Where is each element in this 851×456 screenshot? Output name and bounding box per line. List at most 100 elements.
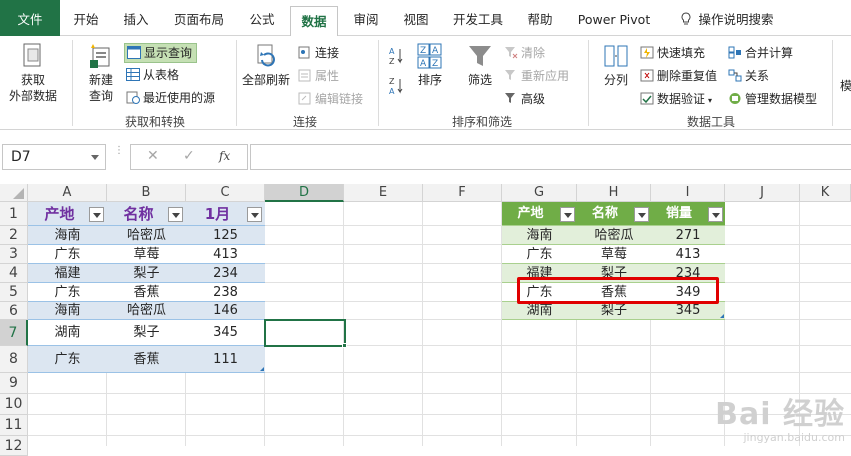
left-table-cell[interactable]: 哈密瓜	[107, 302, 186, 320]
right-table-cell[interactable]: 草莓	[577, 245, 651, 264]
new-query-button[interactable]: 新建 查询	[80, 42, 122, 108]
filter-dropdown-icon[interactable]	[168, 207, 183, 222]
model-cut-off-label[interactable]: 模	[840, 78, 851, 94]
tab-home[interactable]: 开始	[64, 0, 108, 36]
manage-data-model-button[interactable]: 管理数据模型	[728, 91, 817, 107]
row-header-9[interactable]: 9	[0, 373, 28, 394]
left-table-cell[interactable]: 香蕉	[107, 346, 186, 373]
insert-function-icon[interactable]: fx	[219, 149, 230, 163]
row-header-6[interactable]: 6	[0, 302, 28, 320]
column-header-i[interactable]: I	[651, 184, 725, 202]
row-header-12[interactable]: 12	[0, 436, 28, 456]
row-header-5[interactable]: 5	[0, 283, 28, 302]
properties-button[interactable]: 属性	[298, 68, 339, 84]
left-table-cell[interactable]: 345	[186, 320, 265, 346]
left-table-cell[interactable]: 111	[186, 346, 265, 373]
tab-review[interactable]: 审阅	[344, 0, 388, 36]
column-header-c[interactable]: C	[186, 184, 265, 202]
row-header-8[interactable]: 8	[0, 346, 28, 373]
connections-button[interactable]: 连接	[298, 45, 339, 61]
filter-dropdown-icon[interactable]	[89, 207, 104, 222]
name-box[interactable]: D7	[2, 144, 106, 170]
tab-view[interactable]: 视图	[394, 0, 438, 36]
column-header-g[interactable]: G	[502, 184, 577, 202]
active-cell-d7[interactable]	[264, 319, 346, 347]
sort-ascending-button[interactable]: AZ	[388, 46, 404, 70]
left-table-cell[interactable]: 125	[186, 226, 265, 245]
left-table-cell[interactable]: 广东	[28, 245, 107, 264]
tab-formulas[interactable]: 公式	[240, 0, 284, 36]
select-all-corner[interactable]	[0, 184, 28, 202]
text-to-columns-button[interactable]: 分列	[596, 42, 636, 108]
tab-file[interactable]: 文件	[0, 0, 60, 36]
row-header-4[interactable]: 4	[0, 264, 28, 283]
clear-filter-button[interactable]: 清除	[504, 45, 545, 61]
advanced-filter-button[interactable]: 高级	[504, 91, 545, 107]
tab-help[interactable]: 帮助	[518, 0, 562, 36]
row-header-10[interactable]: 10	[0, 394, 28, 415]
right-table-cell[interactable]: 271	[651, 226, 725, 245]
relationships-button[interactable]: 关系	[728, 68, 769, 84]
tab-developer[interactable]: 开发工具	[446, 0, 510, 36]
right-table-cell[interactable]: 海南	[502, 226, 577, 245]
right-table-cell[interactable]: 湖南	[502, 302, 577, 320]
edit-links-button[interactable]: 编辑链接	[298, 91, 363, 107]
right-table-cell[interactable]: 345	[651, 302, 725, 320]
right-table-cell[interactable]: 哈密瓜	[577, 226, 651, 245]
formula-input[interactable]	[250, 144, 851, 170]
sort-button[interactable]: ZAAZ 排序	[412, 42, 448, 108]
filter-button[interactable]: 筛选	[460, 42, 500, 108]
show-queries-button[interactable]: 显示查询	[124, 43, 198, 63]
recent-sources-button[interactable]: 最近使用的源	[126, 90, 215, 106]
column-header-h[interactable]: H	[577, 184, 651, 202]
row-header-1[interactable]: 1	[0, 202, 28, 226]
column-header-d[interactable]: D	[265, 184, 344, 202]
left-table-cell[interactable]: 草莓	[107, 245, 186, 264]
row-header-3[interactable]: 3	[0, 245, 28, 264]
get-external-data-button[interactable]: 获取 外部数据	[6, 42, 60, 108]
filter-dropdown-icon[interactable]	[634, 207, 649, 222]
column-header-f[interactable]: F	[423, 184, 502, 202]
remove-duplicates-button[interactable]: 删除重复值	[640, 68, 717, 84]
column-header-a[interactable]: A	[28, 184, 107, 202]
left-table-cell[interactable]: 广东	[28, 283, 107, 302]
left-table-cell[interactable]: 238	[186, 283, 265, 302]
cancel-icon[interactable]: ✕	[147, 148, 159, 164]
tab-power-pivot[interactable]: Power Pivot	[574, 0, 654, 36]
left-table-cell[interactable]: 梨子	[107, 320, 186, 346]
right-table-cell[interactable]: 413	[651, 245, 725, 264]
refresh-all-button[interactable]: 全部刷新	[240, 42, 292, 108]
tab-page-layout[interactable]: 页面布局	[166, 0, 232, 36]
grip-icon[interactable]: ⋮	[114, 146, 124, 166]
sort-descending-button[interactable]: ZA	[388, 76, 404, 100]
left-table-cell[interactable]: 福建	[28, 264, 107, 283]
left-table-cell[interactable]: 海南	[28, 226, 107, 245]
from-table-button[interactable]: 从表格	[126, 67, 179, 83]
left-table-cell[interactable]: 湖南	[28, 320, 107, 346]
column-header-b[interactable]: B	[107, 184, 186, 202]
column-header-e[interactable]: E	[344, 184, 423, 202]
data-validation-button[interactable]: 数据验证 ▾	[640, 91, 712, 109]
filter-dropdown-icon[interactable]	[560, 207, 575, 222]
right-table-cell[interactable]: 梨子	[577, 302, 651, 320]
left-table-cell[interactable]: 234	[186, 264, 265, 283]
right-table-cell[interactable]: 广东	[502, 245, 577, 264]
tab-insert[interactable]: 插入	[112, 0, 160, 36]
left-table-cell[interactable]: 梨子	[107, 264, 186, 283]
chevron-down-icon[interactable]	[91, 155, 99, 160]
flash-fill-button[interactable]: 快速填充	[640, 45, 705, 61]
left-table-cell[interactable]: 香蕉	[107, 283, 186, 302]
tab-data[interactable]: 数据	[290, 6, 338, 37]
column-header-k[interactable]: K	[800, 184, 851, 202]
consolidate-button[interactable]: 合并计算	[728, 45, 793, 61]
fill-handle[interactable]	[342, 343, 347, 348]
row-header-2[interactable]: 2	[0, 226, 28, 245]
left-table-cell[interactable]: 哈密瓜	[107, 226, 186, 245]
left-table-cell[interactable]: 146	[186, 302, 265, 320]
left-table-cell[interactable]: 海南	[28, 302, 107, 320]
left-table-cell[interactable]: 广东	[28, 346, 107, 373]
left-table-cell[interactable]: 413	[186, 245, 265, 264]
row-header-11[interactable]: 11	[0, 415, 28, 436]
filter-dropdown-icon[interactable]	[247, 207, 262, 222]
filter-dropdown-icon[interactable]	[708, 207, 723, 222]
